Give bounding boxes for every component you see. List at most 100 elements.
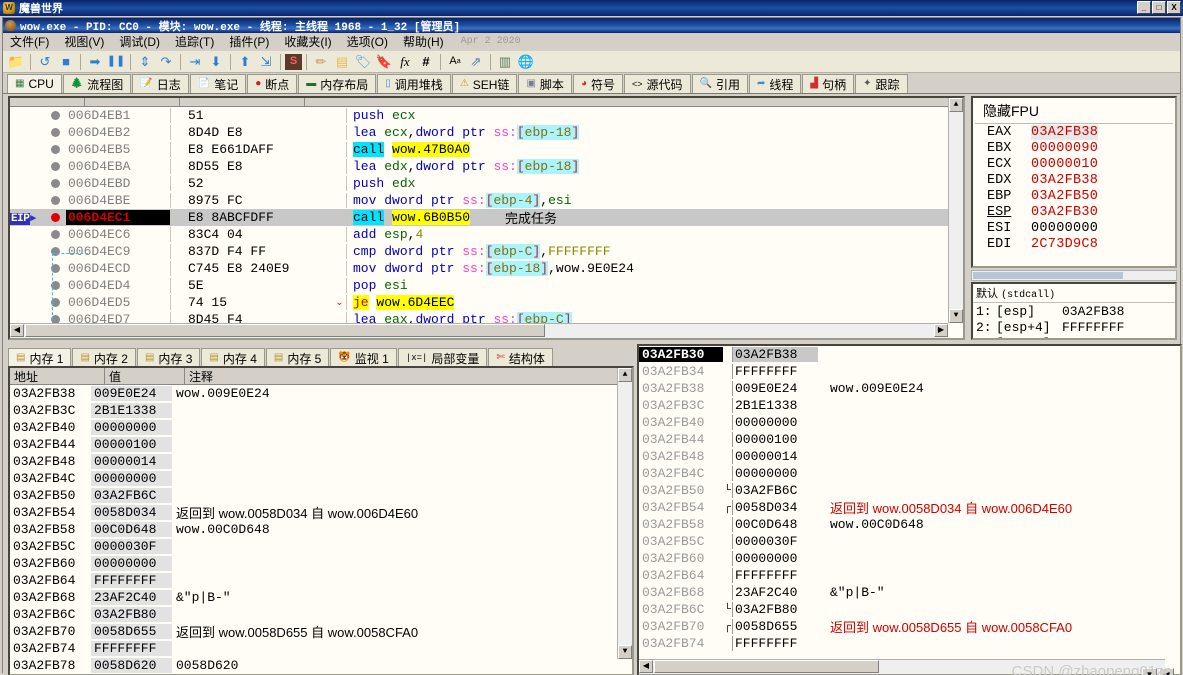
table-row[interactable]: 03A2FB44 00000100 [10, 436, 632, 453]
disassembly-row[interactable]: 006D4ED4 5E pop esi [10, 277, 963, 294]
tab-symbols[interactable]: ◕ 符号 [572, 74, 623, 93]
tab-script[interactable]: ▣ 脚本 [518, 74, 572, 93]
scroll-down-icon[interactable]: ▼ [949, 309, 963, 323]
register-value[interactable]: 2C73D9C8 [1031, 237, 1098, 252]
table-row[interactable]: 03A2FB68 23AF2C40 &"p|B-" [639, 584, 1180, 601]
table-row[interactable]: 03A2FB38 009E0E24 wow.009E0E24 [10, 385, 632, 402]
stack-rows[interactable]: 03A2FB30 03A2FB38 03A2FB34 FFFFFFFF 03A2FB38… [639, 346, 1180, 652]
tab-log[interactable]: 📝 日志 [132, 74, 189, 93]
tab-handles[interactable]: ▟ 句柄 [802, 74, 855, 93]
register-value[interactable]: 00000000 [1031, 221, 1098, 236]
register-value[interactable]: 00000010 [1031, 157, 1098, 172]
scroll-right-icon[interactable]: ▶ [934, 324, 948, 337]
table-row[interactable]: 03A2FB54 ┌ 0058D034 返回到 wow.0058D034 自 wow.… [639, 499, 1180, 516]
disassembly-row[interactable]: 006D4EBD 52 push edx [10, 175, 963, 192]
hide-fpu-label[interactable]: 隐藏FPU [973, 98, 1175, 123]
restart-icon[interactable]: ↺ [35, 52, 55, 71]
table-row[interactable]: 03A2FB50 └ 03A2FB6C [639, 482, 1180, 499]
disassembly-row[interactable]: 006D4EB1 51 push ecx [10, 107, 963, 124]
breakpoint-dot-icon[interactable] [44, 125, 66, 140]
disassembly-rows[interactable]: 006D4EB1 51 push ecx 006D4EB2 8D4D E8 lea ecx… [10, 107, 963, 338]
table-row[interactable]: 03A2FB58 00C0D648 wow.00C0D648 [10, 521, 632, 538]
table-row[interactable]: 03A2FB38 009E0E24 wow.009E0E24 [639, 380, 1180, 397]
window-controls[interactable]: _ □ X [1137, 1, 1181, 14]
registers-panel[interactable]: 隐藏FPU EAX 03A2FB38 EBX 00000090 ECX 00000010 E… [971, 96, 1177, 268]
disassembly-panel[interactable]: 006D4EB1 51 push ecx 006D4EB2 8D4D E8 lea ecx… [8, 96, 965, 340]
register-row[interactable]: EAX 03A2FB38 [987, 124, 1175, 140]
disassembly-horizontal-scrollbar[interactable]: ◀ ▶ [10, 323, 948, 338]
calculator-icon[interactable]: ▥ [495, 52, 515, 71]
call-arguments-panel[interactable]: 默认 (stdcall) 1: [esp] 03A2FB38 2: [esp+4] FFF… [971, 282, 1177, 340]
disassembly-row[interactable]: 006D4EB5 E8 E661DAFF call wow.47B0A0 [10, 141, 963, 158]
menu-file[interactable]: 文件(F) [8, 32, 51, 51]
minimize-button[interactable]: _ [1137, 1, 1151, 14]
table-row[interactable]: 03A2FB70 0058D655 返回到 wow.0058D655 自 wow.0… [10, 623, 632, 640]
log-window-icon[interactable]: ▤ [332, 52, 352, 71]
register-row[interactable]: ESI 00000000 [987, 220, 1175, 236]
disassembly-row[interactable]: 006D4EC6 83C4 04 add esp,4 [10, 226, 963, 243]
disassembly-row[interactable]: 006D4EBE 8975 FC mov dword ptr ss:[ebp-4],… [10, 192, 963, 209]
export-icon[interactable]: ⇗ [466, 52, 486, 71]
register-value[interactable]: 03A2FB30 [1031, 205, 1098, 220]
register-row[interactable]: EBX 00000090 [987, 140, 1175, 156]
disassembly-row[interactable]: 006D4ECD C745 E8 240E9 mov dword ptr ss:[e… [10, 260, 963, 277]
hash-icon[interactable]: # [416, 52, 436, 71]
register-row[interactable]: EDI 2C73D9C8 [987, 236, 1175, 252]
disassembly-row[interactable]: EIP▸ 006D4EC1 E8 8ABCFDFF call wow.6B0B50 完成… [10, 209, 963, 226]
menu-view[interactable]: 视图(V) [62, 32, 106, 51]
table-row[interactable]: 03A2FB60 00000000 [10, 555, 632, 572]
menu-favourites[interactable]: 收藏夹(I) [282, 32, 333, 51]
disassembly-row[interactable]: 006D4EB2 8D4D E8 lea ecx,dword ptr ss:[ebp… [10, 124, 963, 141]
breakpoint-dot-icon[interactable] [44, 193, 66, 208]
register-value[interactable]: 03A2FB38 [1031, 173, 1098, 188]
table-row[interactable]: 03A2FB34 FFFFFFFF [639, 363, 1180, 380]
patch-icon[interactable]: ✏ [311, 52, 331, 71]
table-row[interactable]: 03A2FB30 03A2FB38 [639, 346, 1180, 363]
disassembly-vertical-scrollbar[interactable]: ▲ ▼ [948, 98, 963, 323]
breakpoint-dot-icon[interactable] [44, 142, 66, 157]
dump-tab-memory-3[interactable]: ▤ 内存 3 [136, 348, 201, 367]
tab-cpu[interactable]: ▦ CPU [7, 74, 62, 93]
table-row[interactable]: 03A2FB3C 2B1E1338 [10, 402, 632, 419]
dump-vertical-scrollbar[interactable]: ▲ ▼ [617, 368, 632, 659]
table-row[interactable]: 03A2FB40 00000000 [10, 419, 632, 436]
scroll-up-icon[interactable]: ▲ [618, 368, 632, 382]
breakpoint-dot-icon[interactable] [44, 108, 66, 123]
table-row[interactable]: 03A2FB3C 2B1E1338 [639, 397, 1180, 414]
table-row[interactable]: 03A2FB40 00000000 [639, 414, 1180, 431]
menu-plugins[interactable]: 插件(P) [227, 32, 271, 51]
table-row[interactable]: 03A2FB64 FFFFFFFF [639, 567, 1180, 584]
table-row[interactable]: 03A2FB74 FFFFFFFF [10, 640, 632, 657]
comment-icon[interactable]: 🔖 [374, 52, 394, 71]
register-row[interactable]: EBP 03A2FB50 [987, 188, 1175, 204]
register-value[interactable]: 00000090 [1031, 141, 1098, 156]
table-row[interactable]: 03A2FB54 0058D034 返回到 wow.0058D034 自 wow.0… [10, 504, 632, 521]
table-row[interactable]: 03A2FB48 00000014 [10, 453, 632, 470]
tab-call-stack[interactable]: ▯ 调用堆栈 [377, 74, 451, 93]
scroll-up-icon[interactable]: ▲ [949, 98, 963, 112]
table-row[interactable]: 03A2FB68 23AF2C40 &"p|B-" [10, 589, 632, 606]
table-row[interactable]: 03A2FB6C └ 03A2FB80 [639, 601, 1180, 618]
step-into-icon[interactable]: ⇕ [135, 52, 155, 71]
dump-tab-watch-1[interactable]: 🐯 监视 1 [330, 348, 397, 367]
scroll-down-icon[interactable]: ▼ [618, 645, 632, 659]
tab-graph[interactable]: 🌲 流程图 [62, 74, 132, 93]
tab-trace[interactable]: ✦ 跟踪 [855, 74, 908, 93]
function-icon[interactable]: fx [395, 52, 415, 71]
table-row[interactable]: 03A2FB58 00C0D648 wow.00C0D648 [639, 516, 1180, 533]
dump-tab-memory-4[interactable]: ▤ 内存 4 [201, 348, 265, 367]
step-over-icon[interactable]: ↷ [156, 52, 176, 71]
call-argument-row[interactable]: 1: [esp] 03A2FB38 [973, 303, 1175, 319]
memory-dump-panel[interactable]: 地址 值 注释 03A2FB38 009E0E24 wow.009E0E24 03A2… [8, 366, 634, 675]
table-row[interactable]: 03A2FB6C 03A2FB80 [10, 606, 632, 623]
scroll-left-icon[interactable]: ◀ [639, 660, 653, 673]
disassembly-row[interactable]: 006D4ED5 74 15 ⌄ je wow.6D4EEC [10, 294, 963, 311]
breakpoint-dot-icon[interactable] [44, 227, 66, 242]
dump-tab-struct[interactable]: ✄ 结构体 [488, 348, 553, 367]
step-down-icon[interactable]: ⬇ [206, 52, 226, 71]
stack-panel[interactable]: 03A2FB30 03A2FB38 03A2FB34 FFFFFFFF 03A2FB38… [637, 344, 1182, 675]
menu-debug[interactable]: 调试(D) [117, 32, 162, 51]
register-row[interactable]: ESP 03A2FB30 [987, 204, 1175, 220]
call-argument-row[interactable]: 3:[esp+8]009E0E24 w [973, 335, 1175, 339]
font-icon[interactable]: Aa [445, 52, 465, 71]
